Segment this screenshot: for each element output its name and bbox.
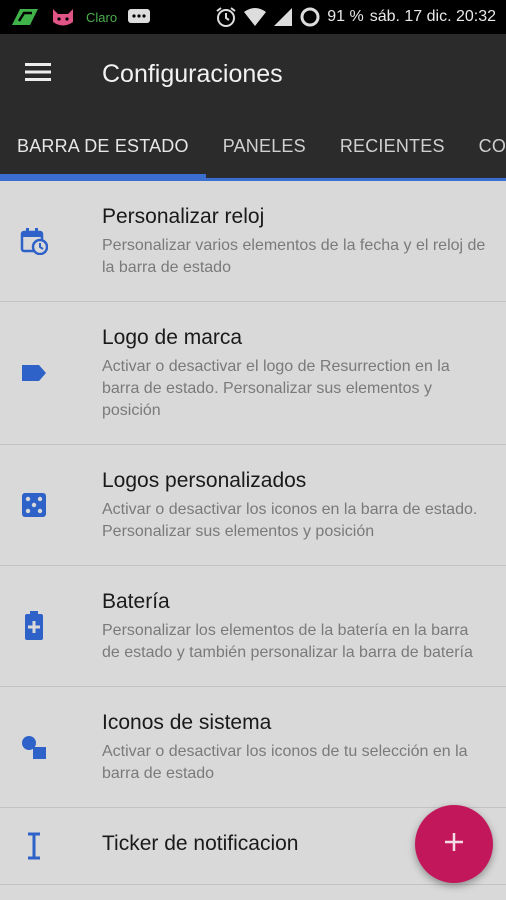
item-title: Batería xyxy=(102,590,170,613)
battery-percent: 91 % xyxy=(327,8,364,25)
item-description: Personalizar los elementos de la batería… xyxy=(102,622,473,661)
item-description: Activar o desactivar los iconos de tu se… xyxy=(102,743,468,782)
item-description: Activar o desactivar los iconos en la ba… xyxy=(102,501,478,540)
list-item[interactable]: Logos personalizados Activar o desactiva… xyxy=(0,445,506,566)
carrier-label: Claro xyxy=(86,9,118,25)
hamburger-icon xyxy=(25,62,53,87)
date-time: sáb. 17 dic. 20:32 xyxy=(369,8,496,25)
item-title: Iconos de sistema xyxy=(102,711,272,734)
status-bar: Claro 91 % sáb. 17 dic. 20:32 xyxy=(0,0,506,34)
list-item[interactable]: Iconos de sistema Activar o desactivar l… xyxy=(0,687,506,808)
app-logo-icon xyxy=(10,7,40,27)
battery-plus-icon xyxy=(20,611,48,640)
dice-icon xyxy=(20,491,48,519)
item-title: Logo de marca xyxy=(102,326,243,349)
plus-icon xyxy=(443,831,465,858)
tab-bar: BARRA DE ESTADO PANELES RECIENTES CON xyxy=(0,114,506,178)
cat-icon xyxy=(50,6,76,28)
wifi-icon xyxy=(243,7,267,27)
battery-ring-icon xyxy=(299,6,321,28)
settings-list: Personalizar reloj Personalizar varios e… xyxy=(0,181,506,885)
tab-barra-de-estado[interactable]: BARRA DE ESTADO xyxy=(0,114,206,178)
signal-icon xyxy=(273,7,293,27)
chat-icon xyxy=(127,7,151,27)
list-item[interactable]: Logo de marca Activar o desactivar el lo… xyxy=(0,302,506,445)
shapes-icon xyxy=(20,733,48,761)
tab-paneles[interactable]: PANELES xyxy=(206,114,323,178)
alarm-icon xyxy=(215,6,237,28)
item-title: Personalizar reloj xyxy=(102,205,265,228)
item-title: Logos personalizados xyxy=(102,469,307,492)
add-fab-button[interactable] xyxy=(415,805,493,883)
item-description: Personalizar varios elementos de la fech… xyxy=(102,237,486,276)
tab-recientes[interactable]: RECIENTES xyxy=(323,114,462,178)
list-item[interactable]: Batería Personalizar los elementos de la… xyxy=(0,566,506,687)
item-description: Activar o desactivar el logo de Resurrec… xyxy=(102,358,450,419)
page-title: Configuraciones xyxy=(102,59,283,88)
label-icon xyxy=(20,359,48,387)
text-cursor-icon xyxy=(20,832,48,860)
toolbar: Configuraciones xyxy=(0,34,506,114)
list-item[interactable]: Personalizar reloj Personalizar varios e… xyxy=(0,181,506,302)
menu-button[interactable] xyxy=(0,34,78,114)
tab-con[interactable]: CON xyxy=(462,114,506,178)
calendar-clock-icon xyxy=(20,227,48,255)
